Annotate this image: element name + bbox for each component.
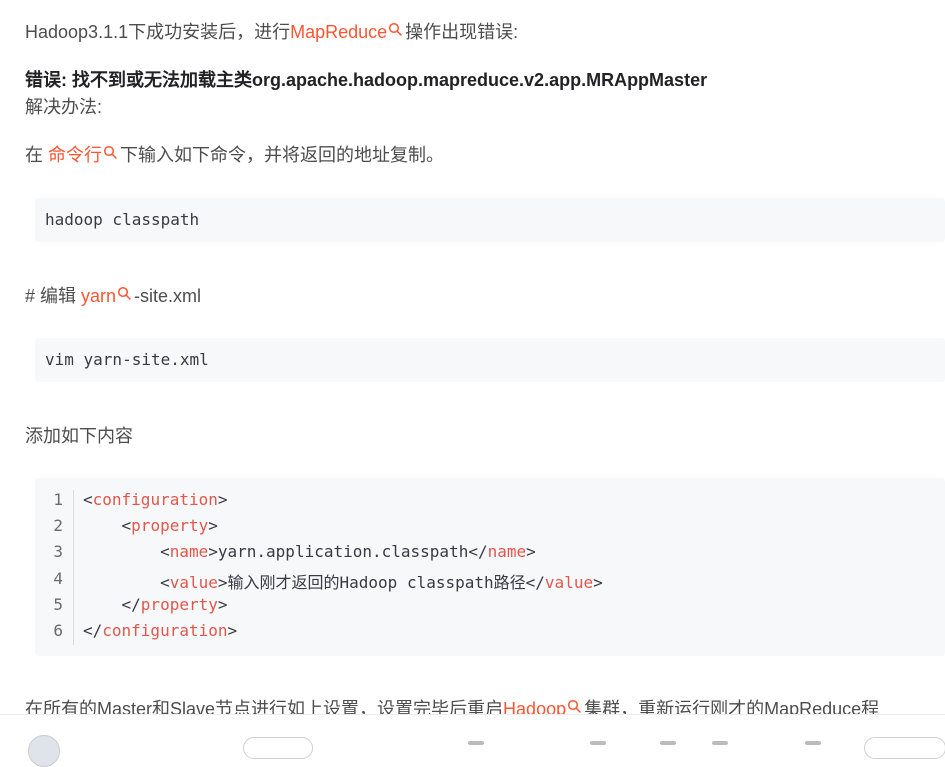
search-icon[interactable] bbox=[103, 145, 117, 159]
code-line: <value>输入刚才返回的Hadoop classpath路径</value> bbox=[160, 573, 603, 592]
intro-text: Hadoop3.1.1下成功安装后，进行 bbox=[25, 22, 291, 42]
step1-text-after: 下输入如下命令，并将返回的地址复制。 bbox=[120, 145, 445, 165]
bottom-toolbar bbox=[0, 714, 945, 767]
line-number: 3 bbox=[53, 542, 63, 561]
line-number: 5 bbox=[53, 595, 63, 614]
code-text: vim yarn-site.xml bbox=[45, 350, 209, 369]
line-number: 4 bbox=[53, 569, 63, 588]
code-text: hadoop classpath bbox=[45, 210, 200, 229]
step1-paragraph: 在 命令行 下输入如下命令，并将返回的地址复制。 bbox=[25, 142, 444, 168]
intro-paragraph: Hadoop3.1.1下成功安装后，进行MapReduce 操作出现错误: bbox=[25, 19, 518, 45]
line-number-gutter: 1 2 3 4 5 6 bbox=[35, 490, 74, 645]
step2-paragraph: # 编辑 yarn -site.xml bbox=[25, 283, 201, 309]
error-message: 错误: 找不到或无法加载主类org.apache.hadoop.mapreduc… bbox=[25, 70, 708, 90]
code-block-hadoop-classpath[interactable]: hadoop classpath bbox=[35, 198, 945, 242]
mapreduce-keyword-link[interactable]: MapReduce bbox=[290, 22, 387, 42]
code-block-vim[interactable]: vim yarn-site.xml bbox=[35, 338, 945, 382]
search-icon[interactable] bbox=[388, 22, 402, 36]
share-icon[interactable] bbox=[712, 741, 728, 745]
action-button[interactable] bbox=[864, 737, 945, 759]
code-line: <name>yarn.application.classpath</name> bbox=[160, 542, 536, 561]
follow-button[interactable] bbox=[243, 737, 313, 759]
more-icon[interactable] bbox=[805, 741, 821, 745]
collect-icon[interactable] bbox=[590, 741, 606, 745]
search-icon[interactable] bbox=[567, 699, 581, 713]
step2-text: # 编辑 bbox=[25, 286, 77, 306]
yarn-keyword-link[interactable]: yarn bbox=[81, 286, 116, 306]
like-icon[interactable] bbox=[468, 741, 484, 745]
step1-text: 在 bbox=[25, 145, 43, 165]
code-line: <property> bbox=[121, 516, 218, 535]
line-number: 2 bbox=[53, 516, 63, 535]
code-line: </configuration> bbox=[83, 621, 238, 640]
command-line-keyword-link[interactable]: 命令行 bbox=[48, 145, 102, 165]
code-line: </property> bbox=[121, 595, 228, 614]
step3-paragraph: 添加如下内容 bbox=[25, 426, 133, 446]
search-icon[interactable] bbox=[117, 286, 131, 300]
solution-label: 解决办法: bbox=[25, 97, 103, 117]
code-block-xml[interactable]: 1 2 3 4 5 6 <configuration> <property> <… bbox=[35, 478, 945, 656]
step2-text-after: -site.xml bbox=[134, 286, 202, 306]
code-line: <configuration> bbox=[83, 490, 228, 509]
avatar[interactable] bbox=[28, 735, 60, 767]
line-number: 1 bbox=[53, 490, 63, 509]
comment-icon[interactable] bbox=[660, 741, 676, 745]
intro-text-after: 操作出现错误: bbox=[405, 22, 519, 42]
line-number: 6 bbox=[53, 621, 63, 640]
